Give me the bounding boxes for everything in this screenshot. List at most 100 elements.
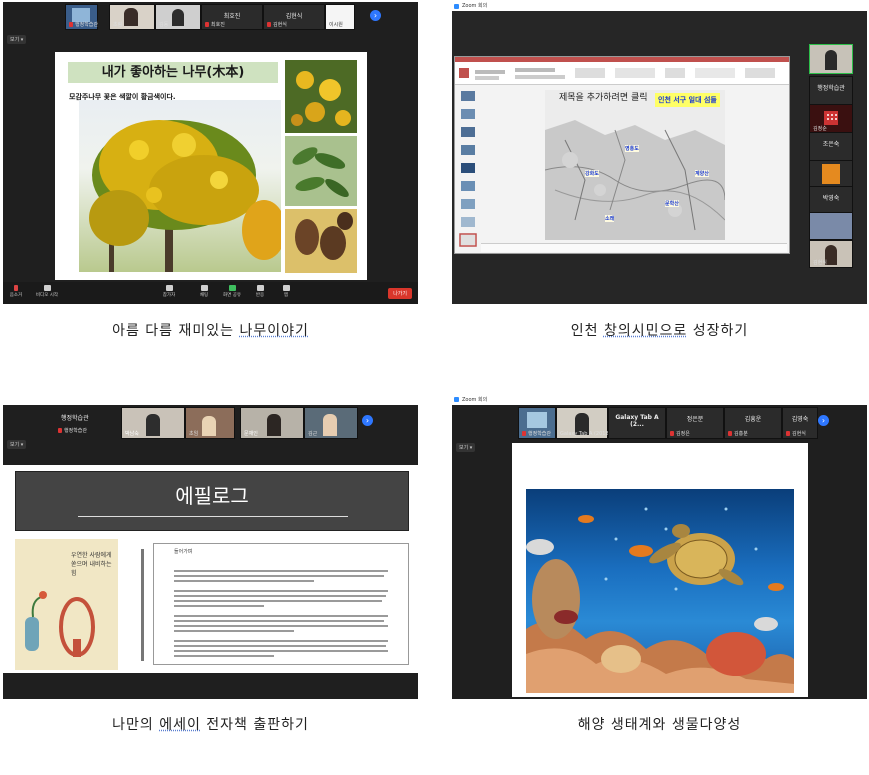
participant-center-name: 행정학습관 — [817, 85, 845, 92]
caption-underlined-text: 나무이야기 — [239, 323, 309, 339]
apps-icon — [282, 285, 290, 291]
participant-tile[interactable]: 김근 — [304, 407, 358, 439]
participant-tile[interactable]: 박남숙 — [121, 407, 185, 439]
participant-name: 이시원 — [329, 22, 343, 28]
participant-video — [124, 8, 138, 26]
participant-tile[interactable]: 정은분 김정은 — [666, 407, 724, 439]
participant-name: 김흥분 — [734, 431, 748, 437]
participants-button[interactable]: 참가자 — [158, 285, 180, 298]
map-label: 영흥도 — [625, 145, 639, 152]
meeting-area: 행정학습관 Galaxy Tab A (2018) Galaxy Tab A (… — [452, 405, 867, 699]
participant-name: 박남숙 — [125, 431, 139, 437]
participant-tile[interactable]: 이시원 — [325, 4, 355, 30]
participant-tile[interactable]: 초임 — [185, 407, 235, 439]
ribbon — [455, 62, 789, 85]
participant-center-name: 조은숙 — [822, 141, 840, 148]
next-participants-arrow-icon[interactable]: › — [362, 415, 373, 426]
participant-video — [267, 414, 281, 436]
caption-text: 나만의 — [112, 717, 160, 733]
start-video-label: 비디오 시작 — [35, 293, 59, 298]
participant-tile[interactable]: 김흥운 김흥분 — [724, 407, 782, 439]
meeting-toolbar: 음소거 비디오 시작 참가자 채팅 화면 공유 반응 앱 나가기 — [3, 282, 418, 304]
caption-incheon-lecture: 인천 창의시민으로 성장하기 — [452, 320, 867, 340]
caption-text: 성장하기 — [687, 323, 749, 339]
participant-tile[interactable]: Galaxy Tab A (2... — [608, 407, 666, 439]
participant-tile[interactable]: 김영숙 김현식 — [782, 407, 818, 439]
slide-thumbnails — [457, 87, 479, 247]
participant-thumbnail — [527, 412, 547, 428]
participant-tile[interactable] — [809, 160, 853, 188]
participant-tile[interactable]: Galaxy Tab A (2018) — [556, 407, 611, 439]
participant-tile[interactable]: 김정순 — [809, 104, 853, 134]
view-label: 보기 — [459, 445, 469, 451]
participant-name: 초림 — [113, 22, 123, 28]
participant-tile[interactable]: 김현식 김현식 — [263, 4, 325, 30]
window-title: Zoom 회의 — [462, 397, 488, 403]
view-toggle[interactable]: 보기 ▾ — [456, 443, 476, 452]
next-participants-arrow-icon[interactable]: › — [370, 10, 381, 21]
reactions-button[interactable]: 반응 — [249, 285, 271, 298]
caption-text: 전자책 출판하기 — [200, 717, 309, 733]
caption-text: 아름 다름 재미있는 — [112, 323, 240, 339]
participant-name: 문재인 — [244, 431, 258, 437]
essay-text-page: 들어가며 — [153, 543, 409, 665]
share-screen-label: 화면 공유 — [223, 293, 241, 298]
zoom-logo-icon — [454, 397, 459, 402]
participant-tile[interactable]: 최호진 최호진 — [201, 4, 263, 30]
ocean-reef-image — [526, 489, 794, 693]
mute-button[interactable]: 음소거 — [5, 285, 27, 298]
participant-video — [202, 416, 216, 436]
participant-tile[interactable]: 행정학습관 — [518, 407, 556, 439]
window-titlebar: Zoom 회의 — [452, 395, 867, 405]
leaf-image — [285, 136, 357, 206]
map-label: 소래 — [605, 215, 615, 222]
participant-name: 김정은 — [676, 431, 690, 437]
participant-avatar — [822, 164, 840, 184]
share-screen-icon — [228, 285, 236, 291]
zoom-window-tree-lecture: 보기 ▾ 행정학습관 초림 김동 최호진 최호진 김현식 김현식 이시원 › 내… — [3, 2, 418, 304]
participant-tile[interactable]: 초림 — [109, 4, 155, 30]
participant-center-name: Galaxy Tab A (2... — [615, 414, 659, 428]
participant-tile[interactable]: 김현식 — [809, 240, 853, 268]
apps-button[interactable]: 앱 — [275, 285, 297, 298]
chat-button[interactable]: 채팅 — [193, 285, 215, 298]
golden-rain-tree-image — [79, 100, 281, 272]
participant-name: 김현식 — [273, 22, 287, 28]
start-video-button[interactable]: 비디오 시작 — [33, 285, 61, 298]
caption-underlined-text: 창의시민으로 — [603, 323, 688, 339]
participant-tile[interactable]: 행정학습관 — [809, 76, 853, 106]
view-label: 보기 — [10, 442, 20, 448]
participant-tile[interactable]: 김동 — [155, 4, 201, 30]
view-toggle[interactable]: 보기 ▾ — [7, 440, 27, 449]
view-toggle[interactable]: 보기 ▾ — [7, 35, 27, 44]
participant-tile[interactable]: 박영숙 — [809, 186, 853, 214]
participant-tile[interactable] — [809, 212, 853, 240]
share-screen-button[interactable]: 화면 공유 — [221, 285, 243, 298]
participant-tile[interactable]: 행정학습관 — [65, 4, 98, 30]
mute-label: 음소거 — [9, 293, 23, 298]
participant-video — [146, 414, 160, 436]
participants-icon — [165, 285, 173, 291]
participant-tile-speaker[interactable] — [809, 44, 853, 74]
zoom-logo-icon — [454, 4, 459, 9]
participant-tile[interactable]: 문재인 — [240, 407, 304, 439]
participant-name: 김근 — [308, 431, 318, 437]
reactions-label: 반응 — [255, 293, 265, 298]
participant-tile[interactable]: 조은숙 — [809, 132, 853, 162]
notes-pane — [481, 243, 787, 252]
map-title-placeholder: 제목을 추가하려면 클릭 — [559, 93, 648, 103]
video-camera-icon — [43, 285, 51, 291]
divider-bar — [141, 549, 144, 661]
essay-text-lines — [174, 570, 388, 657]
participant-name: 김정순 — [813, 126, 827, 132]
view-label: 보기 — [10, 37, 20, 43]
next-participants-arrow-icon[interactable]: › — [818, 415, 829, 426]
participant-center-name: 박영숙 — [822, 195, 840, 202]
chat-label: 채팅 — [199, 293, 209, 298]
title-underline — [78, 516, 348, 517]
essay-heading: 들어가며 — [174, 549, 193, 555]
ribbon-icons — [459, 68, 775, 80]
leave-button[interactable]: 나가기 — [388, 288, 412, 299]
participant-center-name: 김현식 — [285, 13, 303, 20]
participant-name: 김현식 — [792, 431, 806, 437]
